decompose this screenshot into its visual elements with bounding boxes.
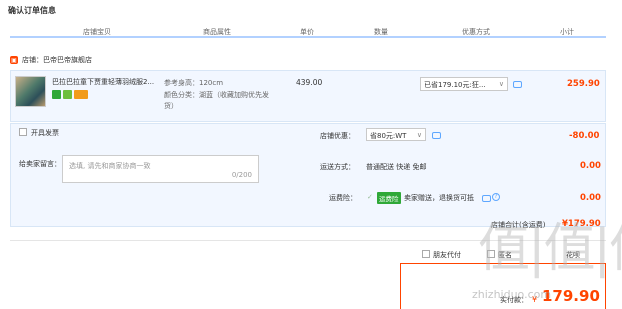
chat-icon[interactable] [513,81,522,88]
product-thumbnail[interactable] [15,76,46,107]
store-discount-amount: -80.00 [569,131,600,141]
prop-color-line2: 货） [164,102,178,110]
store-name[interactable]: 店铺：巴帝巴帝旗舰店 [22,55,92,65]
insurance-amount: 0.00 [580,193,601,203]
check-icon: ✓ [367,193,373,201]
chat-icon[interactable] [432,132,441,139]
invoice-label: 开具发票 [31,129,59,137]
shipping-label: 运送方式： [320,163,355,171]
message-textarea[interactable]: 选填, 请先和商家协商一致 0/200 [62,155,259,183]
message-counter: 0/200 [231,171,252,179]
shipping-amount: 0.00 [580,161,601,171]
shipping-value: 普通配送 快递 免邮 [366,163,427,171]
watermark-logo: 值|值|值 [478,219,622,279]
column-header-promo: 优惠方式 [462,28,490,36]
badge-7days-icon [52,90,61,99]
store-icon: ▣ [10,56,18,64]
item-subtotal: 259.90 [567,79,600,89]
chat-icon[interactable] [482,195,491,202]
badge-card-icon [74,90,88,99]
store-discount-label: 店铺优惠： [320,132,355,140]
insurance-label: 运费险： [329,194,357,202]
store-discount-select[interactable]: 省80元:WT ∨ [366,128,426,141]
column-header-qty: 数量 [374,28,388,36]
promo-select[interactable]: 已省179.10元:狂... ∨ [420,77,508,91]
friend-pay-checkbox[interactable] [422,250,430,258]
product-name-link[interactable]: 巴拉巴拉童下贾重轻薄羽绒服2... [52,77,154,87]
store-row: ▣ 店铺：巴帝巴帝旗舰店 [10,53,606,67]
table-header: 店铺宝贝 商品属性 单价 数量 优惠方式 小计 [10,25,606,38]
message-label: 给卖家留言： [19,160,61,168]
chevron-down-icon: ∨ [498,80,504,88]
message-placeholder: 选填, 请先和商家协商一致 [69,162,151,170]
prop-color-line1: 颜色分类：湖蓝（收藏加购优先发 [164,91,269,99]
insurance-text: 卖家赠送，退换货可抵 [404,194,474,202]
watermark-url: zhizhiduo.com [472,288,552,301]
badge-guarantee-icon [63,90,72,99]
store-discount-value: 省80元:WT [370,132,407,140]
prop-size: 参考身高：120cm [164,79,224,87]
promo-select-value: 已省179.10元:狂... [424,81,486,89]
column-header-props: 商品属性 [203,28,231,36]
unit-price: 439.00 [296,78,323,87]
column-header-item: 店铺宝贝 [83,28,111,36]
column-header-price: 单价 [300,28,314,36]
help-icon[interactable]: ? [492,193,500,201]
column-header-subtotal: 小计 [560,28,574,36]
chevron-down-icon: ∨ [416,131,422,139]
page-title: 确认订单信息 [8,6,56,15]
service-badges [52,90,88,99]
invoice-checkbox[interactable] [19,128,27,136]
insurance-tag: 运费险 [377,192,401,204]
friend-pay-label: 朋友代付 [433,251,461,259]
